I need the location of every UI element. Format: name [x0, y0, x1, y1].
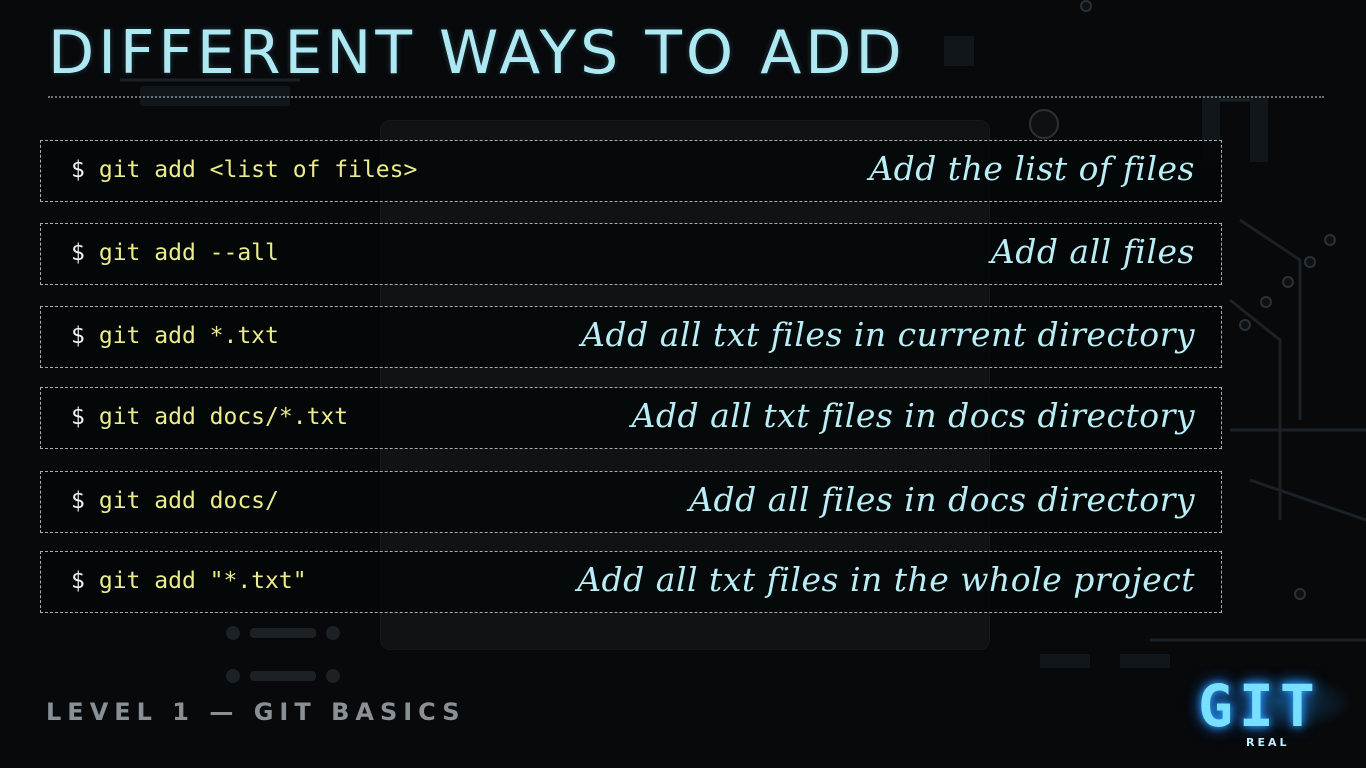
shell-prompt: $ [71, 157, 85, 183]
command-description: Add all files in docs directory [689, 480, 1195, 519]
command-description: Add all txt files in current directory [581, 315, 1195, 354]
command-row: $ git add *.txt Add all txt files in curr… [40, 306, 1222, 368]
slide-title: DIFFERENT WAYS TO ADD [48, 18, 906, 88]
command-code: git add "*.txt" [98, 568, 307, 594]
command-text: $ git add *.txt [71, 323, 279, 349]
command-description: Add all txt files in docs directory [631, 396, 1195, 435]
shell-prompt: $ [71, 404, 85, 430]
shell-prompt: $ [71, 323, 85, 349]
git-real-logo: GIT REAL [1194, 672, 1354, 752]
slide: DIFFERENT WAYS TO ADD $ git add <list of … [0, 0, 1366, 768]
command-row: $ git add --all Add all files [40, 223, 1222, 285]
command-code: git add --all [98, 240, 279, 266]
command-description: Add all files [990, 232, 1195, 271]
logo-subtext: REAL [1246, 736, 1290, 749]
shell-prompt: $ [71, 240, 85, 266]
command-code: git add *.txt [98, 323, 279, 349]
command-code: git add <list of files> [98, 157, 418, 183]
command-text: $ git add "*.txt" [71, 568, 307, 594]
logo-text: GIT [1198, 672, 1321, 740]
command-description: Add all txt files in the whole project [577, 560, 1195, 599]
command-row: $ git add docs/*.txt Add all txt files in… [40, 387, 1222, 449]
command-row: $ git add "*.txt" Add all txt files in th… [40, 551, 1222, 613]
title-divider [48, 96, 1324, 98]
command-text: $ git add <list of files> [71, 157, 417, 183]
command-code: git add docs/*.txt [98, 404, 349, 430]
command-code: git add docs/ [98, 488, 279, 514]
shell-prompt: $ [71, 488, 85, 514]
command-description: Add the list of files [869, 149, 1195, 188]
shell-prompt: $ [71, 568, 85, 594]
level-label: LEVEL 1 — GIT BASICS [46, 698, 466, 726]
command-row: $ git add docs/ Add all files in docs dir… [40, 471, 1222, 533]
command-row: $ git add <list of files> Add the list of… [40, 140, 1222, 202]
command-text: $ git add docs/*.txt [71, 404, 348, 430]
command-text: $ git add --all [71, 240, 279, 266]
command-text: $ git add docs/ [71, 488, 279, 514]
